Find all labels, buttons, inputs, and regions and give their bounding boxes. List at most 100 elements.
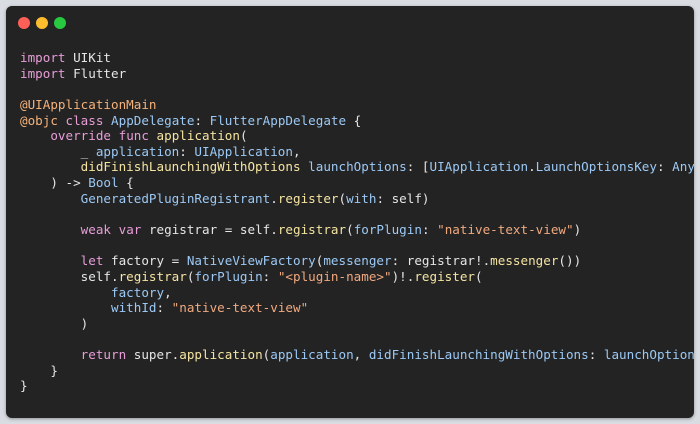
- code-token: ): [20, 315, 89, 331]
- code-token: {: [346, 112, 362, 128]
- code-line: @UIApplicationMain: [20, 97, 694, 113]
- code-line: ): [20, 316, 694, 332]
- code-line: override func application(: [20, 128, 694, 144]
- code-token: : [: [406, 159, 430, 175]
- code-token: with: [346, 190, 377, 206]
- code-token: : self): [376, 190, 430, 206]
- code-line: self.registrar (forPlugin: "<plugin-name>…: [20, 269, 694, 285]
- code-token: messenger: [323, 253, 392, 269]
- code-line: factory,: [20, 285, 694, 301]
- code-token: (: [239, 128, 248, 144]
- code-token: :: [588, 347, 604, 363]
- code-line: weak var registrar = self.registrar(forP…: [20, 222, 694, 238]
- code-token: register: [414, 268, 475, 284]
- code-token: launchOptions: [603, 347, 694, 363]
- code-token: NativeViewFactory: [186, 253, 316, 269]
- code-line: import UIKit: [20, 50, 694, 66]
- zoom-window-button[interactable]: [54, 17, 66, 29]
- code-line: @objc class AppDelegate: FlutterAppDeleg…: [20, 113, 694, 129]
- code-token: factory =: [103, 253, 187, 269]
- code-token: Flutter: [65, 65, 127, 81]
- code-token: ,: [292, 143, 301, 159]
- code-token: _: [20, 143, 96, 159]
- code-token: .: [528, 159, 536, 175]
- code-token: UIApplication: [194, 143, 293, 159]
- code-token: override: [50, 128, 112, 144]
- code-line: didFinishLaunchingWithOptions launchOpti…: [20, 159, 694, 175]
- code-token: var: [118, 222, 142, 238]
- code-token: registrar: [118, 268, 187, 284]
- window-titlebar: [6, 6, 694, 40]
- code-token: }: [20, 378, 28, 394]
- code-token: )!.: [391, 268, 415, 284]
- code-token: .: [270, 190, 278, 206]
- code-token: FlutterAppDelegate: [209, 112, 347, 128]
- code-token: application: [156, 128, 240, 144]
- code-token: "native-text-view": [437, 222, 574, 238]
- code-line: import Flutter: [20, 66, 694, 82]
- code-token: registrar = self.: [141, 222, 278, 238]
- code-token: ,: [164, 284, 172, 300]
- code-token: registrar: [277, 222, 347, 238]
- close-window-button[interactable]: [18, 17, 30, 29]
- code-token: forPlugin: [194, 268, 263, 284]
- code-token: ): [573, 222, 582, 238]
- code-token: (: [475, 268, 483, 284]
- code-token: forPlugin: [353, 222, 422, 238]
- code-token: :: [156, 300, 172, 316]
- code-token: messenger: [490, 253, 559, 269]
- code-token: {: [118, 175, 134, 191]
- minimize-window-button[interactable]: [36, 17, 48, 29]
- code-token: didFinishLaunchingWithOptions: [80, 159, 301, 175]
- code-token: application: [179, 347, 263, 363]
- code-token: weak: [80, 222, 112, 238]
- code-token: application: [95, 143, 180, 159]
- code-token: (: [346, 222, 354, 238]
- code-token: self.: [20, 268, 119, 284]
- code-token: "<plugin-name>": [277, 268, 392, 284]
- code-token: withId: [111, 300, 157, 316]
- code-token: "native-text-view": [171, 300, 309, 316]
- code-token: register: [277, 190, 339, 206]
- code-token: :: [421, 222, 438, 238]
- code-token: @UIApplicationMain: [20, 96, 157, 112]
- code-token: Any: [672, 159, 694, 175]
- code-token: return: [80, 347, 127, 363]
- code-line: GeneratedPluginRegistrant.register(with:…: [20, 191, 694, 207]
- code-window: import UIKit import Flutter @UIApplication…: [6, 6, 694, 418]
- code-token: import: [20, 65, 66, 81]
- code-line: }: [20, 363, 694, 379]
- code-token: :: [179, 143, 195, 159]
- code-token: import: [20, 50, 66, 65]
- code-token: let: [80, 253, 104, 269]
- code-token: : registrar!.: [391, 253, 491, 269]
- swift-code-block: import UIKit import Flutter @UIApplication…: [20, 50, 694, 394]
- code-token: (: [338, 190, 347, 206]
- code-token: launchOptions: [308, 159, 407, 175]
- code-line: ) -> Bool {: [20, 175, 694, 191]
- code-token: application: [270, 347, 354, 363]
- code-token: :: [656, 159, 673, 175]
- code-line: let factory = NativeViewFactory(messenge…: [20, 253, 694, 269]
- code-token: super.: [126, 347, 180, 363]
- code-token: didFinishLaunchingWithOptions: [368, 347, 589, 363]
- code-line: withId: "native-text-view": [20, 300, 694, 316]
- code-line: return super.application(application, di…: [20, 347, 694, 363]
- code-token: :: [194, 112, 210, 128]
- code-line: }: [20, 378, 694, 394]
